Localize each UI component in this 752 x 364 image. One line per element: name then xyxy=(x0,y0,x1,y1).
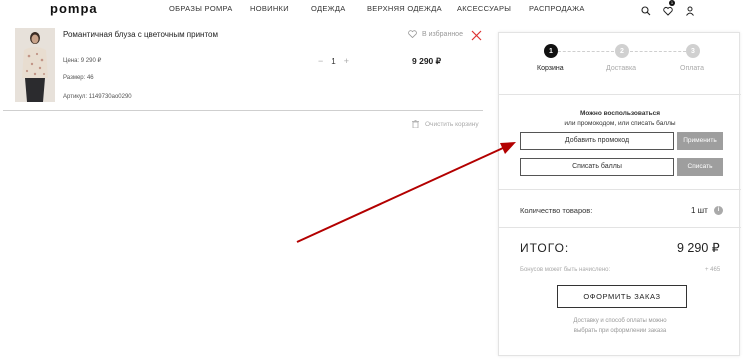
product-title[interactable]: Романтичная блуза с цветочным принтом xyxy=(63,30,218,39)
quantity-stepper: − 1 + xyxy=(318,56,349,66)
delivery-note-line-2: выбрать при оформлении заказа xyxy=(573,328,667,334)
step-cart-label[interactable]: Корзина xyxy=(537,65,564,72)
nav-item-looks[interactable]: ОБРАЗЫ POMPA xyxy=(169,4,233,13)
bonus-label: Бонусов может быть начислено: xyxy=(520,267,611,273)
qty-decrement-button[interactable]: − xyxy=(318,56,323,66)
nav-item-accessories[interactable]: АКСЕССУАРЫ xyxy=(457,4,511,13)
site-logo[interactable]: pompa xyxy=(50,1,98,16)
heart-icon xyxy=(408,30,417,38)
cart-badge: 1 xyxy=(669,0,675,6)
info-icon[interactable]: i xyxy=(714,206,723,215)
item-count-label: Количество товаров: xyxy=(520,206,593,215)
promo-hint-line-1: Можно воспользоваться xyxy=(579,110,661,117)
trash-icon xyxy=(412,120,419,128)
header-icons: 1 xyxy=(641,0,695,16)
clear-cart-label: Очистить корзину xyxy=(425,120,479,128)
delivery-note: Доставку и способ оплаты можно выбрать п… xyxy=(499,316,741,336)
nav-item-sale[interactable]: РАСПРОДАЖА xyxy=(529,4,585,13)
add-promo-button[interactable]: Добавить промокод xyxy=(520,132,674,150)
summary-separator xyxy=(499,227,741,228)
summary-separator xyxy=(499,189,741,190)
add-to-favorites[interactable]: В избранное xyxy=(408,30,463,38)
qty-value: 1 xyxy=(331,56,336,66)
item-price-line: Цена: 9 290 ₽ xyxy=(63,58,102,64)
promo-hint: Можно воспользоваться или промокодом, ил… xyxy=(499,109,741,129)
step-payment-label[interactable]: Оплата xyxy=(680,65,704,72)
step-delivery-label[interactable]: Доставка xyxy=(606,65,636,72)
site-header: pompa ОБРАЗЫ POMPA НОВИНКИ ОДЕЖДА ВЕРХНЯ… xyxy=(0,0,752,18)
step-connector xyxy=(630,51,686,52)
cart-divider xyxy=(3,110,483,111)
checkout-button[interactable]: ОФОРМИТЬ ЗАКАЗ xyxy=(557,285,687,308)
item-size-line: Размер: 46 xyxy=(63,75,94,81)
step-connector xyxy=(558,51,614,52)
bonus-value: + 465 xyxy=(705,267,721,273)
product-image[interactable] xyxy=(15,28,55,102)
step-cart-number: 1 xyxy=(544,44,558,58)
item-count-value: 1 шт xyxy=(691,206,708,215)
heart-icon[interactable]: 1 xyxy=(663,0,675,16)
qty-increment-button[interactable]: + xyxy=(344,56,349,66)
nav-item-outerwear[interactable]: ВЕРХНЯЯ ОДЕЖДА xyxy=(367,4,442,13)
use-points-button[interactable]: Списать баллы xyxy=(520,158,674,176)
promo-hint-line-2: или промокодом, или списать баллы xyxy=(564,120,676,127)
nav-item-clothes[interactable]: ОДЕЖДА xyxy=(311,4,346,13)
checkout-steps: 1 2 3 Корзина Доставка Оплата xyxy=(499,33,741,95)
nav-item-new[interactable]: НОВИНКИ xyxy=(250,4,289,13)
total-value: 9 290 ₽ xyxy=(677,241,720,255)
apply-promo-button[interactable]: Применить xyxy=(677,132,723,150)
total-label: ИТОГО: xyxy=(520,241,570,255)
step-payment-number: 3 xyxy=(686,44,700,58)
clear-cart-button[interactable]: Очистить корзину xyxy=(412,120,479,128)
write-off-points-button[interactable]: Списать xyxy=(677,158,723,176)
step-delivery-number: 2 xyxy=(615,44,629,58)
item-total-price: 9 290 ₽ xyxy=(412,56,442,66)
user-icon[interactable] xyxy=(685,3,695,16)
item-article-line: Артикул: 1149730ao0290 xyxy=(63,94,132,100)
close-icon xyxy=(471,30,482,41)
search-icon[interactable] xyxy=(641,3,651,16)
remove-item-button[interactable] xyxy=(471,28,482,41)
order-summary-panel: 1 2 3 Корзина Доставка Оплата Можно восп… xyxy=(498,32,741,356)
delivery-note-line-1: Доставку и способ оплаты можно xyxy=(573,318,667,324)
favorites-label: В избранное xyxy=(422,30,463,38)
